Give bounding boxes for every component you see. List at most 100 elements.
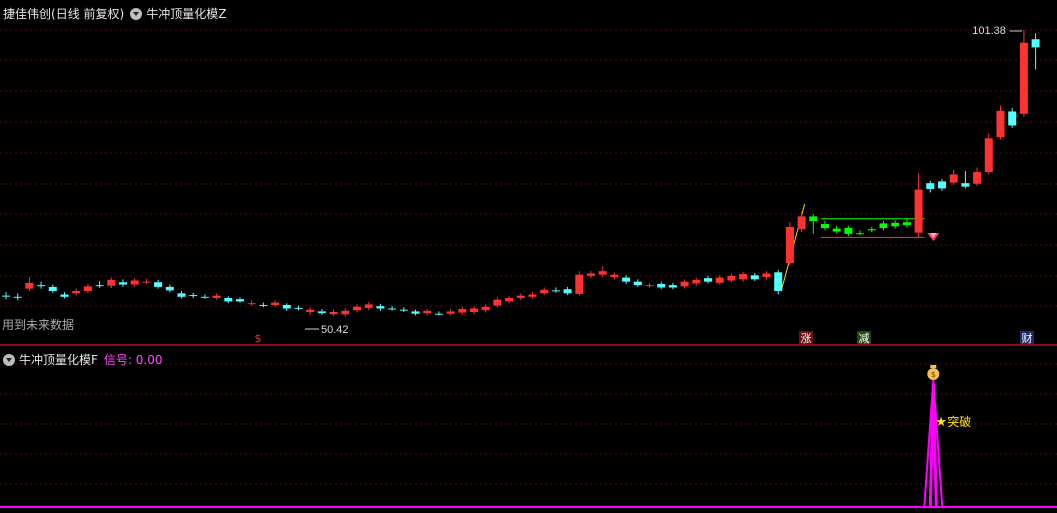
- candle-body: [739, 274, 748, 280]
- sub-indicator-name[interactable]: 牛冲顶量化模F: [19, 351, 98, 368]
- period-label: (日线 前复权): [51, 7, 125, 21]
- candle-body: [575, 274, 584, 294]
- candle-body: [282, 304, 291, 309]
- candle-body: [2, 295, 10, 297]
- future-data-note: 用到未来数据: [2, 317, 74, 332]
- candle-body: [411, 311, 420, 314]
- candle-body: [938, 181, 946, 189]
- candle-body: [130, 280, 139, 285]
- candle-body: [189, 295, 198, 297]
- candle-body: [388, 308, 397, 310]
- candle-body: [13, 296, 22, 298]
- candle-body: [236, 299, 244, 302]
- candle-body: [259, 304, 268, 306]
- candle-body: [107, 279, 116, 286]
- indicator-menu-icon[interactable]: [130, 7, 143, 20]
- event-marker: $: [255, 332, 262, 345]
- breakout-label: 突破: [947, 414, 971, 429]
- candle-body: [399, 309, 408, 311]
- candle-body: [680, 281, 689, 287]
- candle-body: [60, 294, 69, 297]
- candle-body: [341, 310, 350, 315]
- low-price-label: 50.42: [321, 324, 349, 336]
- candle-body: [72, 290, 81, 294]
- candle-body: [891, 222, 900, 227]
- candle-body: [668, 285, 677, 288]
- candle-body: [1019, 42, 1028, 114]
- candle-body: [247, 303, 256, 305]
- candle-body: [704, 278, 712, 282]
- candle-body: [317, 311, 326, 314]
- candle-body: [271, 302, 280, 305]
- candle-body: [797, 216, 806, 230]
- main-title-row: 捷佳伟创 (日线 前复权) 牛冲顶量化模Z: [3, 5, 226, 22]
- candle-body: [1031, 39, 1040, 48]
- candle-body: [540, 289, 549, 294]
- candle-body: [200, 296, 209, 298]
- main-indicator-name[interactable]: 牛冲顶量化模Z: [146, 5, 226, 22]
- candle-body: [961, 183, 970, 187]
- candle-body: [212, 295, 221, 298]
- candle-body: [598, 271, 607, 275]
- candle-body: [551, 290, 560, 292]
- candle-body: [821, 223, 829, 229]
- candle-body: [470, 308, 478, 312]
- candle-body: [493, 299, 502, 306]
- candle-body: [423, 310, 432, 314]
- candle-body: [446, 311, 455, 314]
- candle-body: [154, 282, 163, 287]
- candle-body: [622, 277, 631, 282]
- candle-body: [715, 277, 724, 283]
- candle-body: [633, 281, 642, 286]
- candle-body: [692, 279, 701, 284]
- money-bag-icon: [930, 365, 937, 368]
- event-marker: 财: [1022, 331, 1033, 345]
- signal-value: 信号: 0.00: [103, 353, 163, 367]
- candle-body: [750, 275, 759, 280]
- candle-body: [458, 309, 467, 313]
- candle-body: [1008, 111, 1017, 126]
- candle-body: [879, 223, 888, 229]
- candle-body: [949, 174, 958, 183]
- candle-body: [224, 297, 233, 302]
- stock-name: 捷佳伟创: [3, 7, 52, 21]
- candle-body: [867, 229, 876, 231]
- candle-body: [762, 273, 771, 277]
- candle-body: [832, 228, 841, 232]
- candle-body: [25, 282, 34, 289]
- candle-body: [364, 304, 373, 308]
- candle-body: [902, 222, 911, 226]
- candle-body: [119, 282, 127, 285]
- candle-body: [353, 306, 361, 311]
- high-price-label: 101.38: [972, 25, 1006, 37]
- candle-body: [83, 286, 92, 291]
- candle-body: [926, 183, 935, 189]
- candle-body: [587, 273, 595, 276]
- candle-body: [844, 228, 853, 234]
- candle-body: [48, 286, 57, 291]
- candle-body: [142, 281, 151, 283]
- candle-body: [563, 289, 572, 294]
- star-icon: ★: [935, 415, 947, 430]
- money-bag-symbol: $: [931, 370, 936, 379]
- candle-body: [177, 293, 186, 297]
- candle-body: [306, 309, 315, 312]
- indicator-menu-icon[interactable]: [3, 353, 15, 366]
- candle-body: [610, 274, 619, 277]
- candle-body: [657, 283, 666, 288]
- candle-body: [165, 286, 174, 291]
- candle-body: [516, 295, 525, 298]
- candle-body: [645, 285, 654, 287]
- candle-body: [973, 172, 982, 184]
- event-marker: 减: [859, 332, 870, 345]
- candle-body: [809, 216, 818, 222]
- candle-body: [95, 285, 104, 287]
- candle-body: [294, 307, 303, 309]
- chart-canvas: 101.38 50.42 用到未来数据 $ 涨 减 财 $ ★ 突破: [0, 25, 1057, 508]
- candle-body: [376, 306, 385, 309]
- candle-body: [996, 110, 1005, 138]
- candle-body: [481, 306, 490, 311]
- candle-body: [774, 272, 783, 291]
- indicator-title-row: 牛冲顶量化模F 信号: 0.00: [3, 351, 162, 368]
- candle-body: [528, 294, 537, 297]
